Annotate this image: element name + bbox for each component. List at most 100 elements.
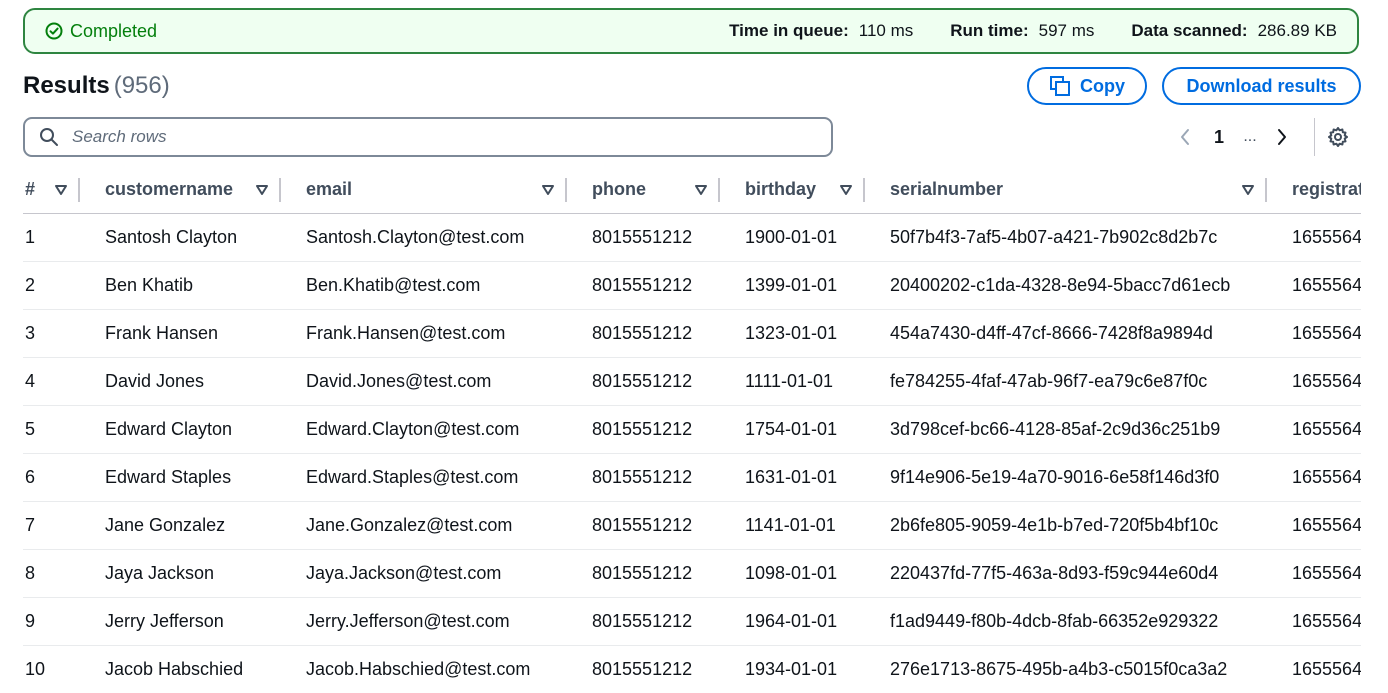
previous-page-button[interactable] [1170, 128, 1200, 146]
table-row[interactable]: 9 Jerry Jefferson Jerry.Jefferson@test.com… [23, 597, 1361, 646]
column-header-label: # [25, 179, 36, 199]
table-cell: Ben.Khatib@test.com [281, 261, 567, 310]
table-cell: Santosh Clayton [80, 213, 281, 262]
table-cell: 9f14e906-5e19-4a70-9016-6e58f146d3f0 [865, 453, 1267, 502]
table-cell: 4 [23, 357, 80, 406]
sort-button[interactable] [54, 184, 68, 196]
table-cell: 1098-01-01 [720, 549, 865, 598]
column-header[interactable]: # [23, 166, 80, 214]
table-cell: 1 [23, 213, 80, 262]
table-cell: Edward Clayton [80, 405, 281, 454]
caret-down-icon [840, 184, 852, 195]
pagination-divider [1314, 118, 1315, 156]
table-cell: Frank.Hansen@test.com [281, 309, 567, 358]
table-cell: Ben Khatib [80, 261, 281, 310]
query-metrics: Time in queue: 110 ms Run time: 597 ms Dat… [692, 21, 1337, 41]
table-cell: 20400202-c1da-4328-8e94-5bacc7d61ecb [865, 261, 1267, 310]
table-cell: Jaya Jackson [80, 549, 281, 598]
download-results-button[interactable]: Download results [1162, 67, 1361, 105]
column-header[interactable]: email [281, 166, 567, 214]
status-label: Completed [70, 20, 158, 41]
column-header-label: serialnumber [890, 179, 1004, 199]
column-header[interactable]: customername [80, 166, 281, 214]
table-row[interactable]: 4 David Jones David.Jones@test.com 80155512… [23, 357, 1361, 406]
search-input[interactable] [70, 126, 794, 148]
next-page-button[interactable] [1262, 128, 1302, 146]
table-cell: 276e1713-8675-495b-a4b3-c5015f0ca3a2 [865, 645, 1267, 693]
table-cell: 1655564 [1267, 501, 1361, 550]
table-cell: 1655564 [1267, 261, 1361, 310]
table-cell: f1ad9449-f80b-4dcb-8fab-66352e929322 [865, 597, 1267, 646]
table-cell: 2 [23, 261, 80, 310]
table-cell: 1655564 [1267, 645, 1361, 693]
copy-button[interactable]: Copy [1027, 67, 1147, 105]
results-count: (956) [113, 72, 170, 99]
results-heading: Results (956) [23, 72, 170, 100]
page-ellipsis: ... [1243, 128, 1257, 145]
download-button-label: Download results [1186, 75, 1337, 96]
table-cell: 8015551212 [567, 309, 720, 358]
column-header[interactable]: phone [567, 166, 720, 214]
table-cell: 1655564 [1267, 309, 1361, 358]
table-cell: 1934-01-01 [720, 645, 865, 693]
table-cell: 1655564 [1267, 357, 1361, 406]
sort-button[interactable] [541, 184, 555, 196]
column-header[interactable]: birthday [720, 166, 865, 214]
table-row[interactable]: 10 Jacob Habschied Jacob.Habschied@test.co… [23, 645, 1361, 693]
status-bar: Completed Time in queue: 110 ms Run time:… [23, 8, 1359, 54]
table-cell: 10 [23, 645, 80, 693]
table-cell: 8015551212 [567, 645, 720, 693]
table-header-row: # customername email phone birthday serialnum… [23, 166, 1361, 214]
column-header[interactable]: serialnumber [865, 166, 1267, 214]
table-cell: 8015551212 [567, 453, 720, 502]
search-rows-field[interactable] [23, 117, 833, 157]
table-cell: 8 [23, 549, 80, 598]
table-row[interactable]: 1 Santosh Clayton Santosh.Clayton@test.com… [23, 213, 1361, 262]
chevron-left-icon [1181, 129, 1189, 145]
table-cell: 1900-01-01 [720, 213, 865, 262]
table-cell: fe784255-4faf-47ab-96f7-ea79c6e87f0c [865, 357, 1267, 406]
table-cell: Edward Staples [80, 453, 281, 502]
sort-button[interactable] [694, 184, 708, 196]
table-row[interactable]: 8 Jaya Jackson Jaya.Jackson@test.com 801555… [23, 549, 1361, 598]
page-1-button[interactable]: 1 [1200, 127, 1238, 148]
column-header-label: customername [105, 179, 234, 199]
table-cell: 1754-01-01 [720, 405, 865, 454]
table-cell: 8015551212 [567, 597, 720, 646]
table-row[interactable]: 7 Jane Gonzalez Jane.Gonzalez@test.com 8015… [23, 501, 1361, 550]
check-circle-icon [45, 22, 63, 40]
table-row[interactable]: 5 Edward Clayton Edward.Clayton@test.com 80… [23, 405, 1361, 454]
table-row[interactable]: 3 Frank Hansen Frank.Hansen@test.com 801555… [23, 309, 1361, 358]
column-header[interactable]: registrat [1267, 166, 1361, 214]
caret-down-icon [542, 184, 554, 195]
table-cell: Frank Hansen [80, 309, 281, 358]
metric-time-in-queue: Time in queue: 110 ms [729, 21, 914, 40]
sort-button[interactable] [255, 184, 269, 196]
sort-button[interactable] [839, 184, 853, 196]
table-cell: Edward.Staples@test.com [281, 453, 567, 502]
column-header-label: registrat [1292, 179, 1361, 199]
sort-button[interactable] [1241, 184, 1255, 196]
search-icon [40, 128, 58, 146]
table-cell: 1655564 [1267, 597, 1361, 646]
table-row[interactable]: 2 Ben Khatib Ben.Khatib@test.com 8015551212… [23, 261, 1361, 310]
preferences-button[interactable] [1327, 126, 1349, 148]
table-row[interactable]: 6 Edward Staples Edward.Staples@test.com 80… [23, 453, 1361, 502]
metric-run-time: Run time: 597 ms [950, 21, 1095, 40]
caret-down-icon [55, 184, 67, 195]
column-header-label: birthday [745, 179, 817, 199]
table-cell: 1111-01-01 [720, 357, 865, 406]
metric-data-scanned: Data scanned: 286.89 KB [1131, 21, 1337, 40]
status-indicator: Completed [45, 21, 157, 42]
table-cell: 1655564 [1267, 453, 1361, 502]
table-cell: 9 [23, 597, 80, 646]
table-cell: 8015551212 [567, 213, 720, 262]
gear-icon [1328, 127, 1348, 147]
table-cell: 1323-01-01 [720, 309, 865, 358]
table-cell: Jane.Gonzalez@test.com [281, 501, 567, 550]
table-cell: Jerry.Jefferson@test.com [281, 597, 567, 646]
table-cell: Edward.Clayton@test.com [281, 405, 567, 454]
table-cell: 6 [23, 453, 80, 502]
table-cell: 50f7b4f3-7af5-4b07-a421-7b902c8d2b7c [865, 213, 1267, 262]
column-header-label: phone [592, 179, 646, 199]
